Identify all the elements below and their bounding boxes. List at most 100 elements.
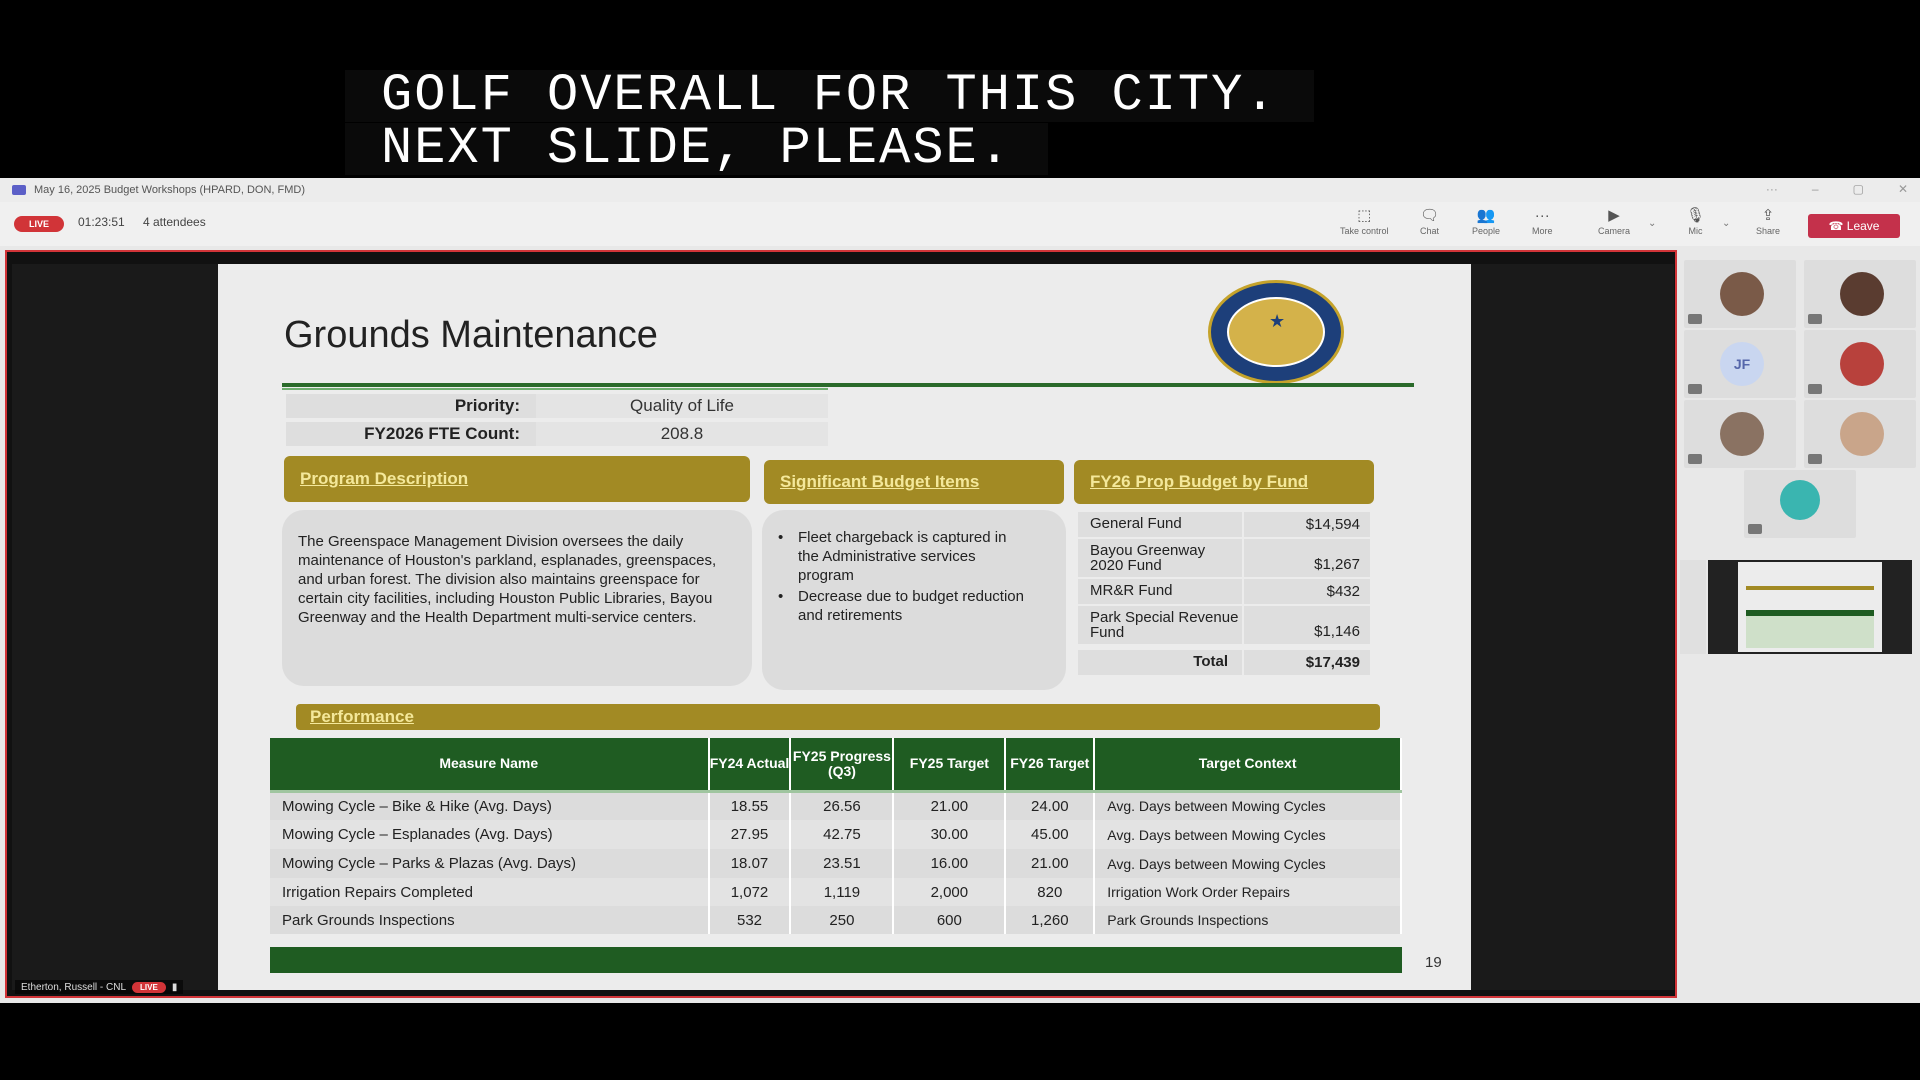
participant-tile[interactable] [1804, 330, 1916, 398]
presenter-label: Etherton, Russell - CNL LIVE ▮ [15, 980, 184, 994]
mic-muted-icon [1808, 384, 1822, 394]
attendee-count: 4 attendees [143, 215, 206, 229]
fund-table: General Fund $14,594 Bayou Greenway 2020… [1078, 512, 1370, 677]
participant-tile[interactable] [1744, 470, 1856, 538]
title-rule-accent [282, 388, 828, 390]
screen: GOLF OVERALL FOR THIS CITY. NEXT SLIDE, … [0, 0, 1920, 1080]
budget-items-list: Fleet chargeback is captured in the Admi… [774, 528, 1029, 627]
participant-tile[interactable] [1804, 260, 1916, 328]
avatar: JF [1720, 342, 1764, 386]
column-header: Target Context [1094, 738, 1402, 793]
mic-muted-icon [1748, 524, 1762, 534]
presentation-slide: Grounds Maintenance ★ Priority: Quality … [218, 264, 1471, 990]
participant-tile[interactable] [1804, 400, 1916, 468]
avatar [1840, 342, 1884, 386]
shared-screen: Grounds Maintenance ★ Priority: Quality … [5, 250, 1677, 998]
fte-row: FY2026 FTE Count: 208.8 [286, 422, 828, 446]
budget-items-header: Significant Budget Items [764, 460, 1064, 504]
maximize-icon[interactable]: ▢ [1853, 182, 1864, 196]
shared-content-thumbnail[interactable] [1708, 560, 1912, 654]
program-description-header: Program Description [284, 456, 750, 502]
meeting-timer: 01:23:51 [78, 215, 125, 229]
table-footer-band [270, 947, 1402, 973]
mic-icon: ▮ [171, 981, 178, 993]
fund-row: MR&R Fund $432 [1078, 579, 1370, 604]
mic-button[interactable]: 🎙 Mic [1686, 207, 1706, 237]
close-icon[interactable]: ✕ [1898, 182, 1908, 196]
chat-button[interactable]: 🗨 Chat [1420, 207, 1440, 237]
more-icon: ··· [1534, 207, 1550, 224]
column-header: FY26 Target [1005, 738, 1096, 793]
more-options-icon[interactable]: ··· [1766, 182, 1778, 196]
leave-button[interactable]: ☎ Leave [1808, 214, 1900, 238]
people-button[interactable]: 👥 People [1472, 207, 1500, 237]
mic-muted-icon [1688, 384, 1702, 394]
letterbox-left [12, 264, 218, 990]
person-icon [1780, 480, 1820, 520]
more-button[interactable]: ··· More [1532, 207, 1553, 237]
table-row: Mowing Cycle – Bike & Hike (Avg. Days) 1… [270, 791, 1402, 820]
gallery-side-strip [1680, 560, 1706, 654]
mic-icon: 🎙 [1686, 207, 1706, 224]
camera-options-chevron-icon[interactable]: ⌄ [1648, 218, 1656, 229]
column-header: FY24 Actual [708, 738, 792, 793]
mic-muted-icon [1808, 314, 1822, 324]
people-icon: 👥 [1476, 207, 1496, 224]
avatar [1840, 272, 1884, 316]
avatar [1720, 272, 1764, 316]
budget-item: Fleet chargeback is captured in the Admi… [774, 528, 1029, 585]
program-description-text: The Greenspace Management Division overs… [298, 533, 717, 626]
share-icon: ⇪ [1761, 207, 1775, 224]
mic-muted-icon [1688, 454, 1702, 464]
title-rule [282, 383, 1414, 387]
fund-total-row: Total $17,439 [1078, 650, 1370, 675]
table-row: Park Grounds Inspections 532 250 600 1,2… [270, 906, 1402, 934]
caption-line-1: GOLF OVERALL FOR THIS CITY. [345, 70, 1314, 122]
presenter-name: Etherton, Russell - CNL [21, 981, 127, 993]
fund-header: FY26 Prop Budget by Fund [1074, 460, 1374, 504]
participant-tile[interactable] [1684, 400, 1796, 468]
star-icon: ★ [1269, 311, 1286, 331]
meeting-toolbar: LIVE 01:23:51 4 attendees ⬚ Take control… [0, 202, 1920, 246]
chat-icon: 🗨 [1420, 207, 1440, 224]
table-header-row: Measure Name FY24 Actual FY25 Progress (… [270, 738, 1402, 793]
window-title: May 16, 2025 Budget Workshops (HPARD, DO… [34, 184, 306, 196]
take-control-button[interactable]: ⬚ Take control [1340, 207, 1389, 237]
teams-window: May 16, 2025 Budget Workshops (HPARD, DO… [0, 178, 1920, 1003]
column-header: FY25 Progress (Q3) [790, 738, 895, 793]
fund-row: General Fund $14,594 [1078, 512, 1370, 537]
column-header: Measure Name [270, 738, 710, 793]
slide-title: Grounds Maintenance [284, 314, 658, 356]
table-row: Mowing Cycle – Parks & Plazas (Avg. Days… [270, 849, 1402, 878]
presenter-live-badge: LIVE [132, 981, 166, 993]
participant-gallery: JF [1680, 260, 1920, 820]
mic-muted-icon [1688, 314, 1702, 324]
share-button[interactable]: ⇪ Share [1756, 207, 1780, 237]
window-controls: ··· – ▢ ✕ [1766, 182, 1908, 196]
budget-item: Decrease due to budget reduction and ret… [774, 587, 1029, 625]
performance-table: Measure Name FY24 Actual FY25 Progress (… [270, 738, 1402, 934]
closed-caption: GOLF OVERALL FOR THIS CITY. NEXT SLIDE, … [345, 70, 1314, 176]
participant-tile[interactable]: JF [1684, 330, 1796, 398]
table-row: Irrigation Repairs Completed 1,072 1,119… [270, 878, 1402, 906]
camera-button[interactable]: ▶ Camera [1598, 207, 1630, 237]
caption-line-2: NEXT SLIDE, PLEASE. [345, 123, 1048, 175]
fund-row: Bayou Greenway 2020 Fund $1,267 [1078, 539, 1370, 577]
take-control-icon: ⬚ [1357, 207, 1372, 224]
camera-icon: ▶ [1608, 207, 1620, 224]
letterbox-right [1471, 264, 1674, 990]
live-badge: LIVE [14, 216, 64, 232]
minimize-icon[interactable]: – [1812, 182, 1819, 196]
page-number: 19 [1425, 954, 1442, 971]
participant-tile[interactable] [1684, 260, 1796, 328]
column-header: FY25 Target [893, 738, 1007, 793]
title-bar: May 16, 2025 Budget Workshops (HPARD, DO… [0, 178, 1920, 202]
mic-options-chevron-icon[interactable]: ⌄ [1722, 218, 1730, 229]
avatar [1840, 412, 1884, 456]
table-row: Mowing Cycle – Esplanades (Avg. Days) 27… [270, 820, 1402, 849]
mic-muted-icon [1808, 454, 1822, 464]
phone-icon: ☎ [1828, 219, 1847, 233]
priority-row: Priority: Quality of Life [286, 394, 828, 418]
performance-header: Performance [296, 704, 1380, 730]
avatar [1720, 412, 1764, 456]
